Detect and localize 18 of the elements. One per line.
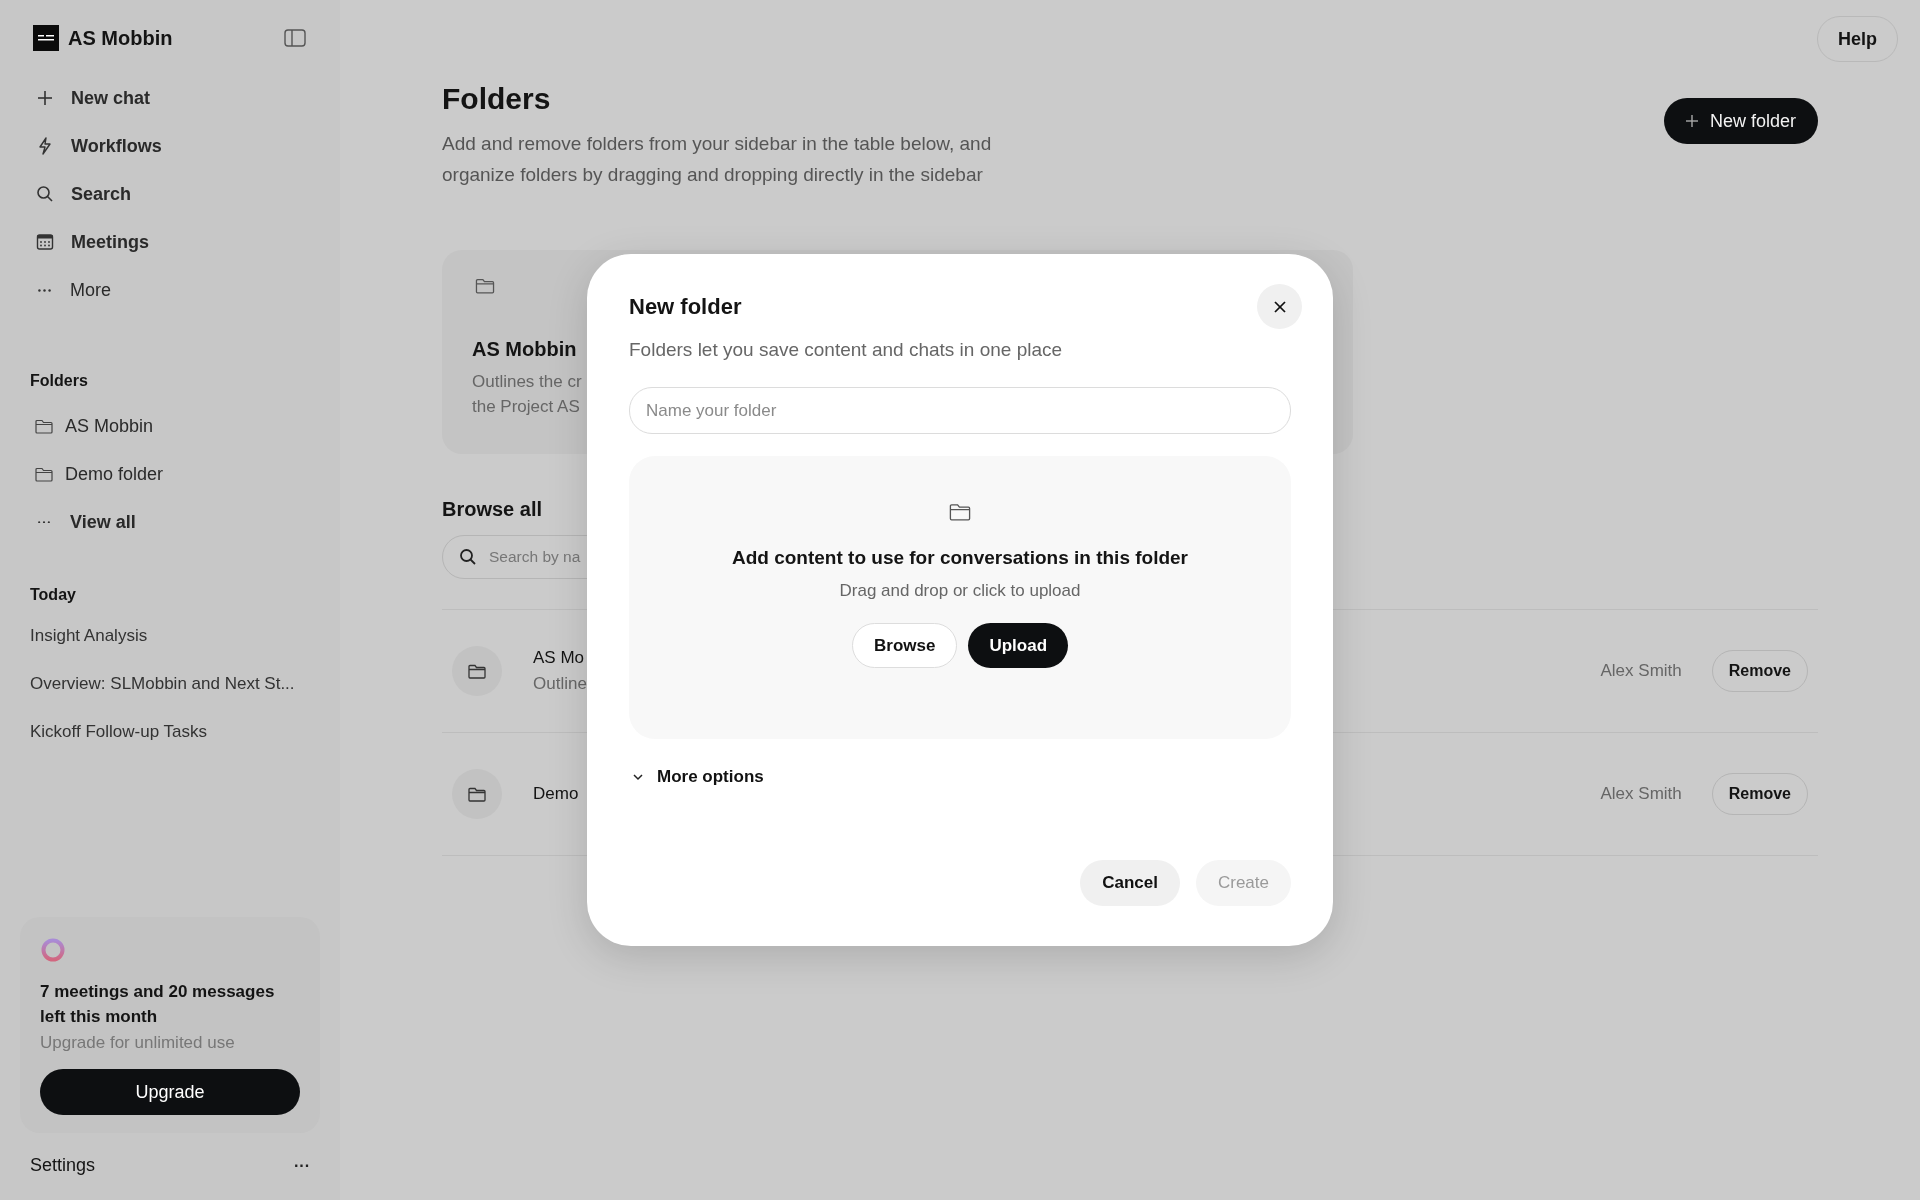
owner-name: Alex Smith xyxy=(1600,661,1682,681)
dialog-subtitle: Folders let you save content and chats in one place xyxy=(629,339,1064,361)
section-heading: Folders xyxy=(30,372,89,390)
folder-description: Outline xyxy=(533,674,588,694)
page-title: Folders xyxy=(442,82,552,116)
dropzone-heading: Add content to use for conversations in this folder xyxy=(731,547,1188,569)
usage-subtitle: Upgrade for unlimited use xyxy=(40,1033,236,1053)
dialog-title: New folder xyxy=(629,293,742,320)
section-heading: Browse all xyxy=(442,498,543,521)
page-description: Add and remove folders from your sidebar in the table below, and organize folders by dragging and dropping directly in the sidebar xyxy=(442,132,993,187)
card-description: Outlines the cr xyxy=(472,371,582,393)
usage-text: 7 meetings and 20 messages left this month xyxy=(40,981,276,1028)
workspace-name: AS Mobbin xyxy=(68,26,174,50)
card-title: AS Mobbin xyxy=(472,338,577,361)
section-heading: Today xyxy=(30,586,77,604)
dropzone-hint: Drag and drop or click to upload xyxy=(839,581,1081,601)
owner-name: Alex Smith xyxy=(1600,784,1682,804)
card-description: the Project AS xyxy=(472,396,580,418)
